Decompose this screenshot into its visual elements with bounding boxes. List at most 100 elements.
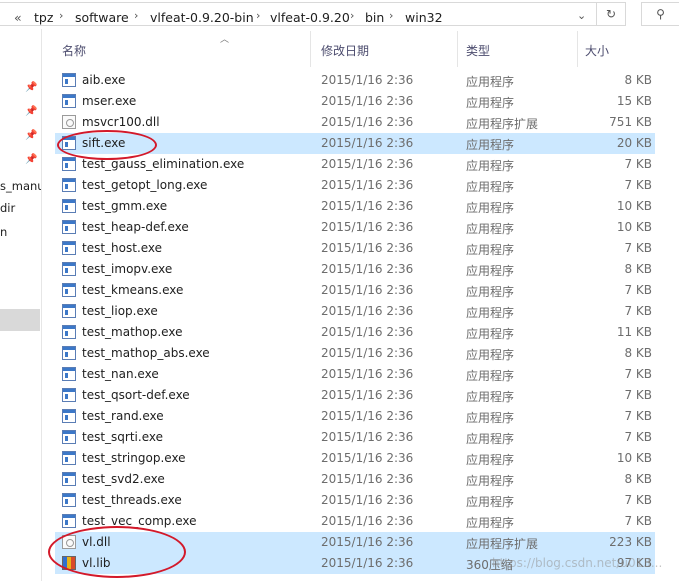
exe-icon xyxy=(62,241,76,255)
breadcrumb-separator-icon[interactable]: › xyxy=(134,9,138,22)
file-name: test_kmeans.exe xyxy=(82,283,184,297)
file-name: msvcr100.dll xyxy=(82,115,160,129)
nav-item[interactable]: s_manu xyxy=(0,179,41,193)
breadcrumb-separator-icon[interactable]: › xyxy=(59,9,63,22)
pin-icon[interactable]: 📌 xyxy=(25,154,37,165)
file-date: 2015/1/16 2:36 xyxy=(321,535,414,549)
file-type: 应用程序 xyxy=(466,390,515,404)
file-type: 应用程序 xyxy=(466,243,515,257)
file-row[interactable]: test_getopt_long.exe 2015/1/16 2:36 应用程序 7 … xyxy=(55,175,655,196)
file-row[interactable]: test_mathop_abs.exe 2015/1/16 2:36 应用程序 8 K… xyxy=(55,343,655,364)
file-row[interactable]: test_rand.exe 2015/1/16 2:36 应用程序 7 KB xyxy=(55,406,655,427)
file-type: 应用程序 xyxy=(466,369,515,383)
file-type: 应用程序 xyxy=(466,453,515,467)
breadcrumb-item[interactable]: vlfeat-0.9.20-bin xyxy=(150,10,254,25)
pin-icon[interactable]: 📌 xyxy=(25,106,37,117)
file-row[interactable]: test_liop.exe 2015/1/16 2:36 应用程序 7 KB xyxy=(55,301,655,322)
refresh-icon: ↻ xyxy=(605,7,617,21)
nav-item[interactable]: dir xyxy=(0,201,15,215)
file-row[interactable]: test_qsort-def.exe 2015/1/16 2:36 应用程序 7 KB xyxy=(55,385,655,406)
file-row[interactable]: aib.exe 2015/1/16 2:36 应用程序 8 KB xyxy=(55,70,655,91)
file-row[interactable]: test_heap-def.exe 2015/1/16 2:36 应用程序 10 KB xyxy=(55,217,655,238)
pin-icon[interactable]: 📌 xyxy=(25,82,37,93)
nav-item-selected[interactable] xyxy=(0,309,40,331)
column-divider[interactable] xyxy=(457,31,458,67)
file-date: 2015/1/16 2:36 xyxy=(321,346,414,360)
chevron-down-icon[interactable]: ⌄ xyxy=(577,9,586,22)
exe-icon xyxy=(62,199,76,213)
file-row[interactable]: mser.exe 2015/1/16 2:36 应用程序 15 KB xyxy=(55,91,655,112)
file-name: test_rand.exe xyxy=(82,409,164,423)
file-name: sift.exe xyxy=(82,136,126,150)
file-row[interactable]: test_kmeans.exe 2015/1/16 2:36 应用程序 7 KB xyxy=(55,280,655,301)
breadcrumb-item[interactable]: bin xyxy=(365,10,384,25)
file-name: test_getopt_long.exe xyxy=(82,178,208,192)
exe-icon xyxy=(62,304,76,318)
file-name: test_heap-def.exe xyxy=(82,220,189,234)
file-date: 2015/1/16 2:36 xyxy=(321,514,414,528)
file-name: aib.exe xyxy=(82,73,126,87)
column-divider[interactable] xyxy=(577,31,578,67)
file-type: 应用程序 xyxy=(466,495,515,509)
file-date: 2015/1/16 2:36 xyxy=(321,115,414,129)
nav-item[interactable]: n xyxy=(0,225,7,239)
file-row[interactable]: test_mathop.exe 2015/1/16 2:36 应用程序 11 KB xyxy=(55,322,655,343)
file-name: test_host.exe xyxy=(82,241,163,255)
breadcrumb[interactable]: « tpz › software › vlfeat-0.9.20-bin › v… xyxy=(0,2,597,26)
file-date: 2015/1/16 2:36 xyxy=(321,73,414,87)
breadcrumb-separator-icon[interactable]: › xyxy=(350,9,354,22)
pin-icon[interactable]: 📌 xyxy=(25,130,37,141)
breadcrumb-item[interactable]: vlfeat-0.9.20 xyxy=(270,10,350,25)
file-date: 2015/1/16 2:36 xyxy=(321,283,414,297)
file-date: 2015/1/16 2:36 xyxy=(321,325,414,339)
file-type: 应用程序 xyxy=(466,411,515,425)
breadcrumb-overflow[interactable]: « xyxy=(14,10,22,25)
column-size[interactable]: 大小 xyxy=(585,42,609,59)
file-row[interactable]: test_threads.exe 2015/1/16 2:36 应用程序 7 KB xyxy=(55,490,655,511)
file-name: vl.lib xyxy=(82,556,111,570)
watermark: https://blog.csdn.net/u013... xyxy=(492,556,663,570)
file-row[interactable]: test_vec_comp.exe 2015/1/16 2:36 应用程序 7 KB xyxy=(55,511,655,532)
file-row[interactable]: test_sqrti.exe 2015/1/16 2:36 应用程序 7 KB xyxy=(55,427,655,448)
file-type: 应用程序 xyxy=(466,96,515,110)
file-row[interactable]: test_nan.exe 2015/1/16 2:36 应用程序 7 KB xyxy=(55,364,655,385)
breadcrumb-item[interactable]: tpz xyxy=(34,10,53,25)
file-row[interactable]: test_svd2.exe 2015/1/16 2:36 应用程序 8 KB xyxy=(55,469,655,490)
file-row[interactable]: msvcr100.dll 2015/1/16 2:36 应用程序扩展 751 KB xyxy=(55,112,655,133)
file-type: 应用程序 xyxy=(466,474,515,488)
file-row[interactable]: test_stringop.exe 2015/1/16 2:36 应用程序 10 KB xyxy=(55,448,655,469)
file-type: 应用程序 xyxy=(466,138,515,152)
file-size: 7 KB xyxy=(624,283,652,297)
breadcrumb-separator-icon[interactable]: › xyxy=(389,9,393,22)
file-name: test_liop.exe xyxy=(82,304,158,318)
file-size: 8 KB xyxy=(624,73,652,87)
file-date: 2015/1/16 2:36 xyxy=(321,472,414,486)
file-row[interactable]: test_gauss_elimination.exe 2015/1/16 2:36… xyxy=(55,154,655,175)
address-bar: « tpz › software › vlfeat-0.9.20-bin › v… xyxy=(0,0,679,29)
file-row[interactable]: test_imopv.exe 2015/1/16 2:36 应用程序 8 KB xyxy=(55,259,655,280)
file-row[interactable]: sift.exe 2015/1/16 2:36 应用程序 20 KB xyxy=(55,133,655,154)
breadcrumb-item[interactable]: software xyxy=(75,10,129,25)
breadcrumb-item[interactable]: win32 xyxy=(405,10,443,25)
file-date: 2015/1/16 2:36 xyxy=(321,430,414,444)
column-name[interactable]: 名称 xyxy=(62,42,86,59)
exe-icon xyxy=(62,388,76,402)
column-divider[interactable] xyxy=(310,31,311,67)
file-size: 7 KB xyxy=(624,367,652,381)
navigation-pane: 📌 📌 📌 📌 s_manu dir n xyxy=(0,29,42,581)
column-date[interactable]: 修改日期 xyxy=(321,42,369,59)
file-row[interactable]: vl.dll 2015/1/16 2:36 应用程序扩展 223 KB xyxy=(55,532,655,553)
column-type[interactable]: 类型 xyxy=(466,42,490,59)
breadcrumb-separator-icon[interactable]: › xyxy=(256,9,260,22)
file-size: 10 KB xyxy=(616,199,652,213)
refresh-button[interactable]: ↻ xyxy=(596,2,626,26)
file-name: test_stringop.exe xyxy=(82,451,186,465)
file-type: 应用程序 xyxy=(466,264,515,278)
file-row[interactable]: test_gmm.exe 2015/1/16 2:36 应用程序 10 KB xyxy=(55,196,655,217)
search-box[interactable]: ⚲ xyxy=(641,2,679,26)
file-date: 2015/1/16 2:36 xyxy=(321,262,414,276)
dll-icon xyxy=(62,115,76,129)
file-row[interactable]: test_host.exe 2015/1/16 2:36 应用程序 7 KB xyxy=(55,238,655,259)
file-size: 7 KB xyxy=(624,493,652,507)
file-size: 8 KB xyxy=(624,346,652,360)
